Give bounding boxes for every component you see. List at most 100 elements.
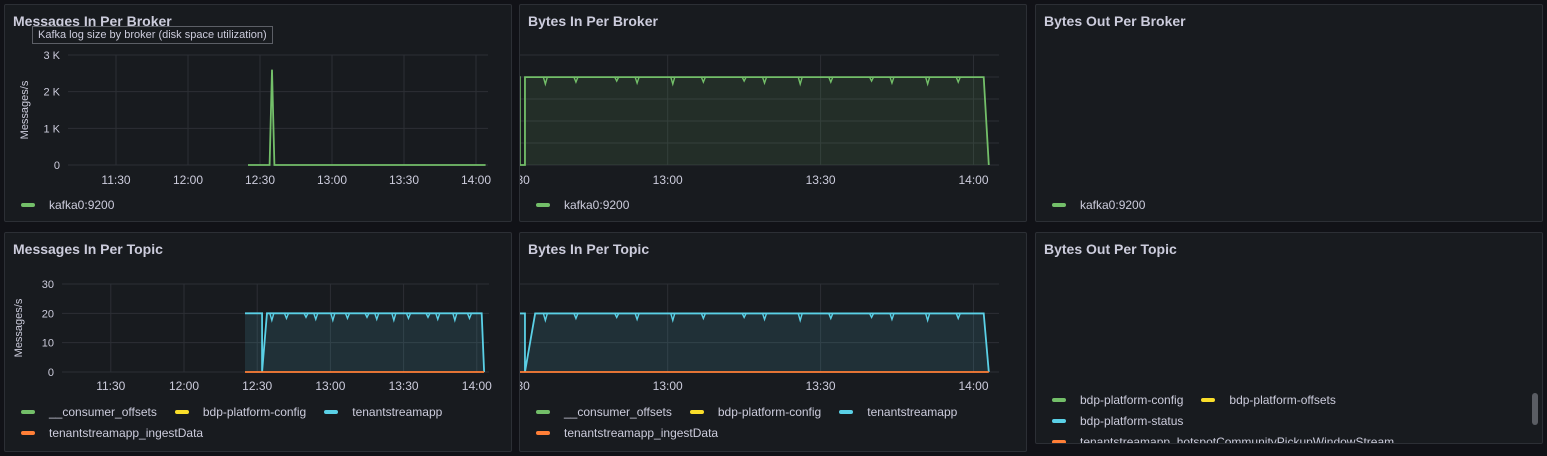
legend-row: tenantstreamapp_ingestData	[536, 422, 975, 443]
panel-messages-in-per-broker[interactable]: Messages In Per Broker 3 K2 K1 K 0 11:30 12…	[4, 4, 512, 222]
legend-item[interactable]: kafka0:9200	[1052, 198, 1145, 212]
legend-label: __consumer_offsets	[564, 404, 672, 419]
legend-label: kafka0:9200	[49, 197, 115, 212]
panel-messages-in-per-topic[interactable]: Messages In Per Topic 30 20 10 0 11:30 12:00 1…	[4, 232, 512, 452]
legend-swatch	[21, 202, 35, 207]
legend-swatch	[536, 409, 550, 414]
legend-row: bdp-platform-status	[1052, 410, 1412, 431]
legend-item[interactable]: bdp-platform-status	[1052, 414, 1183, 428]
panel-bytes-out-per-broker[interactable]: Bytes Out Per Broker 1 B0.750 B0.500 B0.…	[1035, 4, 1543, 222]
legend-row: bdp-platform-config bdp-platform-offsets	[1052, 389, 1412, 410]
tooltip: Kafka log size by broker (disk space uti…	[32, 26, 273, 44]
panel-bytes-in-per-broker[interactable]: Bytes In Per Broker 24.4 KiB19.5 KiB14.6…	[519, 4, 1027, 222]
panel-bytes-in-per-topic[interactable]: Bytes In Per Topic 29.3 KiB19.5 KiB9.77 …	[519, 232, 1027, 452]
x-tick-label: 12:00	[173, 173, 203, 187]
legend-label: bdp-platform-config	[1080, 392, 1184, 407]
legend-row: tenantstreamapp_hotspotCommunityPickupWi…	[1052, 431, 1412, 443]
chart: 24.4 KiB19.5 KiB14.6 KiB9.77 KiB4.88 KiB…	[520, 54, 999, 187]
series-area	[520, 313, 989, 372]
legend-swatch	[21, 409, 35, 414]
x-tick-label: 13:30	[806, 379, 836, 393]
legend-label: bdp-platform-config	[717, 404, 822, 419]
x-tick-label: 13:00	[653, 379, 683, 393]
y-tick-label: 1 K	[43, 123, 60, 135]
legend-row: kafka0:9200	[21, 194, 132, 215]
legend-item[interactable]: kafka0:9200	[536, 198, 629, 212]
y-axis-label: Messages/s	[13, 298, 25, 357]
legend-swatch	[536, 202, 550, 207]
x-tick-label: 11:30	[101, 173, 130, 187]
legend-item[interactable]: bdp-platform-config	[689, 404, 822, 419]
legend-swatch	[324, 409, 339, 414]
legend-swatch	[1052, 397, 1066, 402]
x-tick-label: 13:30	[806, 173, 836, 187]
legend-item[interactable]: __consumer_offsets	[21, 405, 157, 419]
x-tick-label: 13:00	[653, 173, 683, 187]
x-tick-label: 12:30	[520, 379, 530, 393]
legend-item[interactable]: tenantstreamapp_hotspotCommunityPickupWi…	[1052, 435, 1394, 443]
legend-scrollbar[interactable]	[1532, 393, 1538, 425]
legend-label: tenantstreamapp_ingestData	[564, 425, 719, 440]
panel-bytes-out-per-topic[interactable]: Bytes Out Per Topic 1 B0.500 B0 B-0.500 …	[1035, 232, 1543, 444]
legend: __consumer_offsets bdp-platform-config ten…	[21, 401, 460, 443]
legend-label: bdp-platform-status	[1080, 413, 1184, 428]
legend: bdp-platform-config bdp-platform-offsets b…	[1052, 389, 1412, 443]
y-axis-label: Messages/s	[19, 80, 31, 139]
legend-swatch	[21, 430, 35, 435]
legend-label: kafka0:9200	[1080, 197, 1146, 212]
x-tick-label: 12:30	[520, 173, 530, 187]
legend-swatch	[536, 430, 550, 435]
x-tick-label: 14:00	[462, 379, 492, 393]
legend-item[interactable]: bdp-platform-offsets	[1201, 393, 1336, 407]
legend-row: __consumer_offsets bdp-platform-config ten…	[536, 401, 975, 422]
legend-row: tenantstreamapp_ingestData	[21, 422, 460, 443]
legend-label: kafka0:9200	[564, 197, 630, 212]
legend-item[interactable]: tenantstreamapp	[324, 405, 442, 419]
legend-item[interactable]: tenantstreamapp_ingestData	[21, 426, 203, 440]
legend-row: kafka0:9200	[1052, 194, 1163, 215]
y-tick-label: 0	[54, 160, 60, 172]
y-tick-label: 3 K	[43, 50, 60, 62]
series-area	[245, 313, 485, 372]
y-tick-label: 20	[42, 308, 54, 320]
x-tick-label: 13:30	[389, 173, 419, 187]
x-tick-label: 12:30	[245, 173, 275, 187]
x-tick-label: 11:30	[96, 379, 125, 393]
legend-swatch	[1052, 418, 1066, 423]
chart: 1 B0.750 B0.500 B0.250 B0 B11:3012:0012:…	[1036, 5, 1543, 222]
legend-item[interactable]: tenantstreamapp	[839, 405, 957, 419]
series-line	[248, 69, 486, 166]
x-tick-label: 13:30	[389, 379, 419, 393]
y-tick-label: 0	[48, 367, 54, 379]
y-tick-label: 2 K	[43, 87, 60, 99]
legend-label: tenantstreamapp_ingestData	[49, 425, 204, 440]
legend-swatch	[1201, 397, 1216, 402]
legend: kafka0:9200	[536, 194, 647, 215]
legend-row: __consumer_offsets bdp-platform-config ten…	[21, 401, 460, 422]
legend-swatch	[1052, 439, 1066, 443]
legend-label: __consumer_offsets	[49, 404, 157, 419]
legend-swatch	[689, 409, 704, 414]
series-area	[520, 77, 989, 165]
legend-label: tenantstreamapp	[352, 404, 443, 419]
y-tick-label: 10	[42, 338, 54, 350]
y-tick-label: 30	[42, 279, 54, 291]
legend-item[interactable]: kafka0:9200	[21, 198, 114, 212]
x-tick-label: 14:00	[461, 173, 491, 187]
legend-row: kafka0:9200	[536, 194, 647, 215]
x-tick-label: 14:00	[958, 379, 988, 393]
legend-label: bdp-platform-config	[202, 404, 307, 419]
legend-item[interactable]: bdp-platform-config	[1052, 393, 1183, 407]
x-tick-label: 13:00	[317, 173, 347, 187]
x-tick-label: 12:30	[242, 379, 272, 393]
legend-swatch	[1052, 202, 1066, 207]
legend-item[interactable]: __consumer_offsets	[536, 405, 672, 419]
legend: kafka0:9200	[1052, 194, 1163, 215]
legend-label: bdp-platform-offsets	[1229, 392, 1336, 407]
legend-item[interactable]: tenantstreamapp_ingestData	[536, 426, 718, 440]
legend: __consumer_offsets bdp-platform-config ten…	[536, 401, 975, 443]
x-tick-label: 12:00	[169, 379, 199, 393]
legend: kafka0:9200	[21, 194, 132, 215]
legend-item[interactable]: bdp-platform-config	[174, 404, 307, 419]
legend-label: tenantstreamapp	[867, 404, 958, 419]
